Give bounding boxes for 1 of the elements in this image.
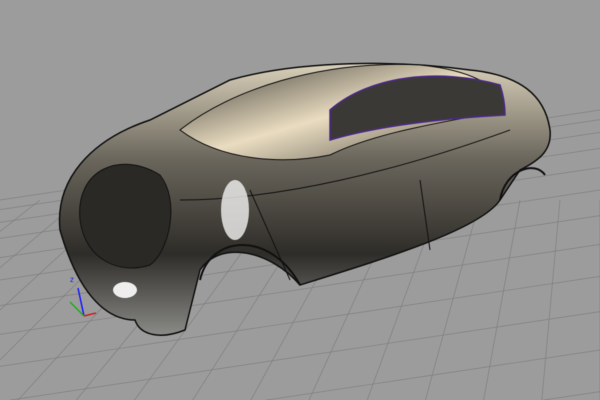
axis-label: z [70, 276, 74, 284]
